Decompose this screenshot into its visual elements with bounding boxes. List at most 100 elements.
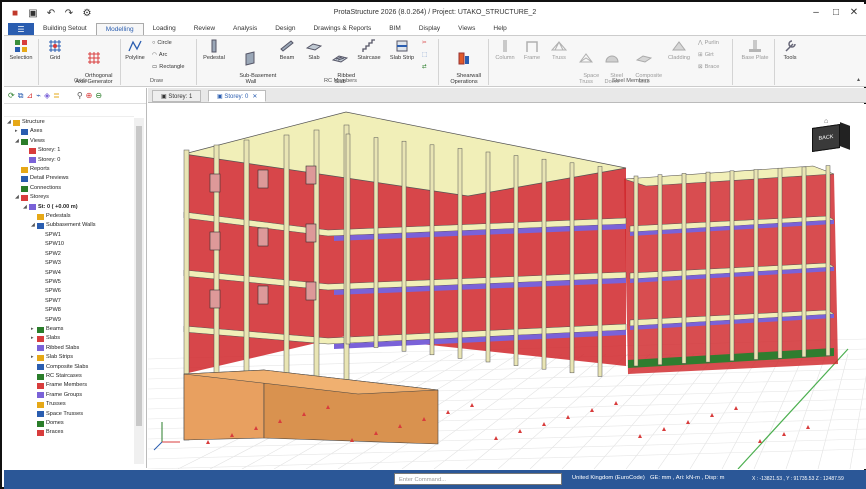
- tree-node[interactable]: RC Staircases: [4, 372, 134, 381]
- units-status[interactable]: GE: mm , Ari: kN-m , Disp: m: [650, 475, 724, 481]
- tree-node[interactable]: Domes: [4, 419, 134, 428]
- layers-icon[interactable]: ≣: [53, 91, 60, 100]
- tree-view-icon[interactable]: ⧉: [18, 91, 24, 101]
- tree-node[interactable]: Pedestals: [4, 212, 134, 221]
- rectangle-button[interactable]: ▭ Rectangle: [152, 64, 185, 70]
- tree-node[interactable]: Ribbed Slabs: [4, 344, 134, 353]
- polyline-button[interactable]: Polyline: [122, 38, 148, 61]
- tree-node[interactable]: Frame Groups: [4, 391, 134, 400]
- maximize-icon[interactable]: □: [828, 7, 844, 18]
- window-title: ProtaStructure 2026 (8.0.264) / Project:…: [333, 9, 537, 16]
- selection-button[interactable]: Selection: [6, 38, 36, 61]
- tree-node[interactable]: Storey: 1: [4, 146, 134, 155]
- tree-node[interactable]: ◢ Views: [4, 137, 134, 146]
- purlin-button[interactable]: ⋀ Purlin: [698, 40, 719, 46]
- tree-node[interactable]: ◢ Storeys: [4, 193, 134, 202]
- rc-tool-1-icon[interactable]: ✂: [422, 40, 427, 46]
- filter-icon[interactable]: ⊿: [26, 91, 33, 100]
- tree-scrollbar[interactable]: [134, 118, 144, 464]
- tree-node[interactable]: SPW10: [4, 240, 134, 249]
- building-3d-model[interactable]: [148, 104, 866, 469]
- tree-node[interactable]: Trusses: [4, 400, 134, 409]
- subbasement-wall-button[interactable]: Sub-Basement Wall: [230, 38, 276, 91]
- column-button[interactable]: Column: [492, 38, 518, 61]
- truss-button[interactable]: Truss: [546, 38, 572, 61]
- pedestal-button[interactable]: Pedestal: [200, 38, 228, 61]
- tree-node[interactable]: Composite Slabs: [4, 363, 134, 372]
- file-menu-button[interactable]: ☰: [8, 23, 34, 35]
- tab-bim[interactable]: BIM: [380, 23, 410, 35]
- brace-button[interactable]: ⊠ Brace: [698, 64, 719, 70]
- frame-button[interactable]: Frame: [520, 38, 544, 61]
- rc-tool-3-icon[interactable]: ⇄: [422, 64, 427, 70]
- refresh-icon[interactable]: ⟳: [8, 91, 15, 100]
- tree-node[interactable]: Reports: [4, 165, 134, 174]
- grid-button[interactable]: Grid: [42, 38, 68, 61]
- close-tab-icon[interactable]: ✕: [252, 94, 257, 100]
- viewcube[interactable]: BACK: [812, 124, 840, 152]
- slab-strip-button[interactable]: Slab Strip: [386, 38, 418, 61]
- tab-drawings-reports[interactable]: Drawings & Reports: [304, 23, 380, 35]
- tab-building-setout[interactable]: Building Setout: [34, 23, 96, 35]
- shearwall-operations-button[interactable]: Shearwall Operations: [444, 38, 484, 91]
- tab-display[interactable]: Display: [410, 23, 449, 35]
- tab-help[interactable]: Help: [484, 23, 515, 35]
- ribbon-collapse-icon[interactable]: ▴: [857, 76, 860, 83]
- tree-node[interactable]: Connections: [4, 184, 134, 193]
- tab-analysis[interactable]: Analysis: [224, 23, 266, 35]
- tree-node[interactable]: SPW1: [4, 231, 134, 240]
- tab-modelling[interactable]: Modelling: [95, 23, 144, 35]
- display-icon[interactable]: ◈: [44, 91, 50, 100]
- tree-node[interactable]: ▸ Axes: [4, 127, 134, 136]
- command-input[interactable]: Enter Command...: [394, 473, 562, 485]
- close-icon[interactable]: ✕: [846, 7, 862, 18]
- tree-node[interactable]: Braces: [4, 428, 134, 437]
- base-plate-button[interactable]: Base Plate: [738, 38, 772, 61]
- tree-node[interactable]: Detail Previews: [4, 174, 134, 183]
- tab-review[interactable]: Review: [185, 23, 224, 35]
- tree-node[interactable]: ◢ Subbasement Walls: [4, 221, 134, 230]
- tree-node[interactable]: SPW4: [4, 269, 134, 278]
- rc-tool-2-icon[interactable]: ⬚: [422, 52, 427, 58]
- tab-views[interactable]: Views: [449, 23, 484, 35]
- tab-storey-1[interactable]: ▣ Storey: 1: [152, 90, 202, 102]
- tree-node[interactable]: ▸ Slabs: [4, 334, 134, 343]
- tools-button[interactable]: Tools: [778, 38, 802, 61]
- cladding-icon: [672, 41, 686, 51]
- tree-node[interactable]: Storey: 0: [4, 156, 134, 165]
- circle-button[interactable]: ○ Circle: [152, 40, 172, 46]
- tree-node[interactable]: ▸ Beams: [4, 325, 134, 334]
- girt-button[interactable]: ⊞ Girt: [698, 52, 714, 58]
- 3d-viewport[interactable]: BACK ⌂: [148, 104, 866, 469]
- analysis-icon[interactable]: ⌁: [36, 91, 41, 100]
- tree-node[interactable]: ◢ St: 0 ( +0.00 m): [4, 203, 134, 212]
- tree-node[interactable]: ◢ Structure: [4, 118, 134, 127]
- tree-node[interactable]: SPW9: [4, 316, 134, 325]
- cladding-button[interactable]: Cladding: [664, 38, 694, 61]
- arc-button[interactable]: ◠ Arc: [152, 52, 167, 58]
- scrollbar-thumb[interactable]: [136, 126, 142, 426]
- staircase-button[interactable]: Staircase: [354, 38, 384, 61]
- space-truss-button[interactable]: Space Truss: [574, 38, 599, 91]
- tree-node[interactable]: SPW3: [4, 259, 134, 268]
- zoom-out-icon[interactable]: ⊖: [95, 91, 102, 100]
- zoom-in-icon[interactable]: ⊕: [86, 91, 93, 100]
- tree-node[interactable]: Space Trusses: [4, 410, 134, 419]
- tab-design[interactable]: Design: [266, 23, 304, 35]
- beam-button[interactable]: Beam: [274, 38, 300, 61]
- minimize-icon[interactable]: –: [808, 7, 824, 18]
- tab-loading[interactable]: Loading: [144, 23, 185, 35]
- tree-node[interactable]: SPW7: [4, 297, 134, 306]
- tree-node[interactable]: SPW5: [4, 278, 134, 287]
- viewcube-home-icon[interactable]: ⌂: [824, 118, 828, 125]
- tab-storey-0[interactable]: ▣ Storey: 0 ✕: [208, 90, 267, 102]
- design-code-status[interactable]: United Kingdom (EuroCode): [572, 475, 645, 481]
- search-icon[interactable]: ⚲: [77, 91, 83, 100]
- tree-node[interactable]: SPW6: [4, 287, 134, 296]
- tree-node[interactable]: SPW2: [4, 250, 134, 259]
- slab-button[interactable]: Slab: [302, 38, 326, 61]
- tree-node[interactable]: ▸ Slab Strips: [4, 353, 134, 362]
- tree-node[interactable]: Frame Members: [4, 381, 134, 390]
- tree-node[interactable]: SPW8: [4, 306, 134, 315]
- tree-node-icon: [29, 204, 36, 211]
